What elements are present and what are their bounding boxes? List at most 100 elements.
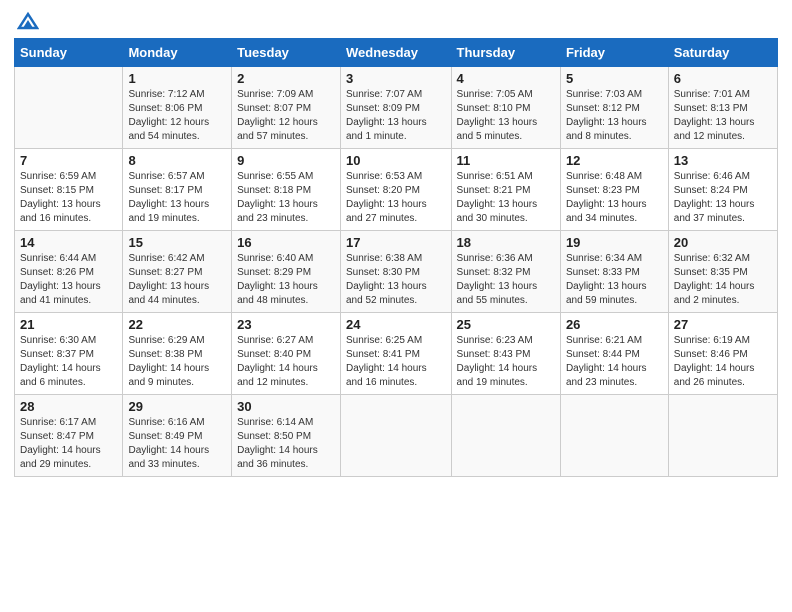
day-number: 13 xyxy=(674,153,772,168)
day-cell: 18 Sunrise: 6:36 AM Sunset: 8:32 PM Dayli… xyxy=(451,231,560,313)
day-cell: 3 Sunrise: 7:07 AM Sunset: 8:09 PM Daylig… xyxy=(341,67,452,149)
day-number: 14 xyxy=(20,235,117,250)
day-cell: 29 Sunrise: 6:16 AM Sunset: 8:49 PM Dayli… xyxy=(123,395,232,477)
day-number: 30 xyxy=(237,399,335,414)
day-header-wednesday: Wednesday xyxy=(341,39,452,67)
day-cell xyxy=(341,395,452,477)
day-number: 21 xyxy=(20,317,117,332)
day-cell: 5 Sunrise: 7:03 AM Sunset: 8:12 PM Daylig… xyxy=(560,67,668,149)
day-header-thursday: Thursday xyxy=(451,39,560,67)
day-cell: 14 Sunrise: 6:44 AM Sunset: 8:26 PM Dayli… xyxy=(15,231,123,313)
day-info: Sunrise: 6:14 AM Sunset: 8:50 PM Dayligh… xyxy=(237,416,335,472)
day-info: Sunrise: 6:29 AM Sunset: 8:38 PM Dayligh… xyxy=(128,334,226,390)
day-cell: 26 Sunrise: 6:21 AM Sunset: 8:44 PM Dayli… xyxy=(560,313,668,395)
day-header-monday: Monday xyxy=(123,39,232,67)
day-cell: 4 Sunrise: 7:05 AM Sunset: 8:10 PM Daylig… xyxy=(451,67,560,149)
week-row-5: 28 Sunrise: 6:17 AM Sunset: 8:47 PM Dayli… xyxy=(15,395,778,477)
week-row-2: 7 Sunrise: 6:59 AM Sunset: 8:15 PM Daylig… xyxy=(15,149,778,231)
day-cell: 27Sunrise: 6:19 AM Sunset: 8:46 PM Dayli… xyxy=(668,313,777,395)
day-number: 16 xyxy=(237,235,335,250)
day-header-sunday: Sunday xyxy=(15,39,123,67)
day-info: Sunrise: 6:59 AM Sunset: 8:15 PM Dayligh… xyxy=(20,170,117,226)
week-row-4: 21Sunrise: 6:30 AM Sunset: 8:37 PM Dayli… xyxy=(15,313,778,395)
header xyxy=(14,10,778,32)
logo-icon xyxy=(17,10,39,32)
day-info: Sunrise: 6:17 AM Sunset: 8:47 PM Dayligh… xyxy=(20,416,117,472)
day-cell: 22 Sunrise: 6:29 AM Sunset: 8:38 PM Dayli… xyxy=(123,313,232,395)
day-cell: 20 Sunrise: 6:32 AM Sunset: 8:35 PM Dayli… xyxy=(668,231,777,313)
week-row-1: 1 Sunrise: 7:12 AM Sunset: 8:06 PM Daylig… xyxy=(15,67,778,149)
day-number: 27 xyxy=(674,317,772,332)
day-cell: 1 Sunrise: 7:12 AM Sunset: 8:06 PM Daylig… xyxy=(123,67,232,149)
day-number: 19 xyxy=(566,235,663,250)
calendar-table: SundayMondayTuesdayWednesdayThursdayFrid… xyxy=(14,38,778,477)
day-cell: 25 Sunrise: 6:23 AM Sunset: 8:43 PM Dayli… xyxy=(451,313,560,395)
day-info: Sunrise: 6:38 AM Sunset: 8:30 PM Dayligh… xyxy=(346,252,446,308)
day-number: 24 xyxy=(346,317,446,332)
day-number: 18 xyxy=(457,235,555,250)
day-number: 3 xyxy=(346,71,446,86)
day-number: 5 xyxy=(566,71,663,86)
day-header-friday: Friday xyxy=(560,39,668,67)
day-cell: 11 Sunrise: 6:51 AM Sunset: 8:21 PM Dayli… xyxy=(451,149,560,231)
day-cell: 13 Sunrise: 6:46 AM Sunset: 8:24 PM Dayli… xyxy=(668,149,777,231)
day-info: Sunrise: 6:40 AM Sunset: 8:29 PM Dayligh… xyxy=(237,252,335,308)
day-number: 28 xyxy=(20,399,117,414)
day-cell: 15Sunrise: 6:42 AM Sunset: 8:27 PM Dayli… xyxy=(123,231,232,313)
day-header-saturday: Saturday xyxy=(668,39,777,67)
day-number: 1 xyxy=(128,71,226,86)
day-info: Sunrise: 7:09 AM Sunset: 8:07 PM Dayligh… xyxy=(237,88,335,144)
day-cell: 19Sunrise: 6:34 AM Sunset: 8:33 PM Dayli… xyxy=(560,231,668,313)
day-info: Sunrise: 6:21 AM Sunset: 8:44 PM Dayligh… xyxy=(566,334,663,390)
day-info: Sunrise: 6:51 AM Sunset: 8:21 PM Dayligh… xyxy=(457,170,555,226)
day-number: 12 xyxy=(566,153,663,168)
day-number: 8 xyxy=(128,153,226,168)
logo xyxy=(14,10,39,32)
day-number: 9 xyxy=(237,153,335,168)
day-cell: 12 Sunrise: 6:48 AM Sunset: 8:23 PM Dayli… xyxy=(560,149,668,231)
day-cell: 2 Sunrise: 7:09 AM Sunset: 8:07 PM Daylig… xyxy=(232,67,341,149)
day-info: Sunrise: 6:23 AM Sunset: 8:43 PM Dayligh… xyxy=(457,334,555,390)
day-cell: 8 Sunrise: 6:57 AM Sunset: 8:17 PM Daylig… xyxy=(123,149,232,231)
day-number: 4 xyxy=(457,71,555,86)
day-number: 23 xyxy=(237,317,335,332)
day-cell xyxy=(560,395,668,477)
day-cell: 16 Sunrise: 6:40 AM Sunset: 8:29 PM Dayli… xyxy=(232,231,341,313)
day-number: 11 xyxy=(457,153,555,168)
day-cell: 17 Sunrise: 6:38 AM Sunset: 8:30 PM Dayli… xyxy=(341,231,452,313)
day-cell: 6Sunrise: 7:01 AM Sunset: 8:13 PM Daylig… xyxy=(668,67,777,149)
day-number: 20 xyxy=(674,235,772,250)
day-cell xyxy=(15,67,123,149)
day-cell xyxy=(668,395,777,477)
day-cell: 28 Sunrise: 6:17 AM Sunset: 8:47 PM Dayli… xyxy=(15,395,123,477)
day-header-tuesday: Tuesday xyxy=(232,39,341,67)
day-cell: 21Sunrise: 6:30 AM Sunset: 8:37 PM Dayli… xyxy=(15,313,123,395)
day-number: 15 xyxy=(128,235,226,250)
day-number: 7 xyxy=(20,153,117,168)
day-info: Sunrise: 7:12 AM Sunset: 8:06 PM Dayligh… xyxy=(128,88,226,144)
day-cell: 24 Sunrise: 6:25 AM Sunset: 8:41 PM Dayli… xyxy=(341,313,452,395)
day-number: 22 xyxy=(128,317,226,332)
day-number: 26 xyxy=(566,317,663,332)
day-number: 25 xyxy=(457,317,555,332)
day-cell: 7 Sunrise: 6:59 AM Sunset: 8:15 PM Daylig… xyxy=(15,149,123,231)
day-number: 17 xyxy=(346,235,446,250)
day-info: Sunrise: 7:01 AM Sunset: 8:13 PM Dayligh… xyxy=(674,88,772,144)
day-info: Sunrise: 6:32 AM Sunset: 8:35 PM Dayligh… xyxy=(674,252,772,308)
day-info: Sunrise: 7:05 AM Sunset: 8:10 PM Dayligh… xyxy=(457,88,555,144)
day-info: Sunrise: 6:46 AM Sunset: 8:24 PM Dayligh… xyxy=(674,170,772,226)
day-info: Sunrise: 6:44 AM Sunset: 8:26 PM Dayligh… xyxy=(20,252,117,308)
day-cell: 10Sunrise: 6:53 AM Sunset: 8:20 PM Dayli… xyxy=(341,149,452,231)
day-number: 2 xyxy=(237,71,335,86)
day-info: Sunrise: 6:16 AM Sunset: 8:49 PM Dayligh… xyxy=(128,416,226,472)
day-info: Sunrise: 6:57 AM Sunset: 8:17 PM Dayligh… xyxy=(128,170,226,226)
day-number: 29 xyxy=(128,399,226,414)
day-info: Sunrise: 7:03 AM Sunset: 8:12 PM Dayligh… xyxy=(566,88,663,144)
page-container: SundayMondayTuesdayWednesdayThursdayFrid… xyxy=(0,0,792,487)
day-cell xyxy=(451,395,560,477)
day-info: Sunrise: 6:25 AM Sunset: 8:41 PM Dayligh… xyxy=(346,334,446,390)
day-info: Sunrise: 6:48 AM Sunset: 8:23 PM Dayligh… xyxy=(566,170,663,226)
day-cell: 9Sunrise: 6:55 AM Sunset: 8:18 PM Daylig… xyxy=(232,149,341,231)
day-info: Sunrise: 6:36 AM Sunset: 8:32 PM Dayligh… xyxy=(457,252,555,308)
day-info: Sunrise: 7:07 AM Sunset: 8:09 PM Dayligh… xyxy=(346,88,446,144)
